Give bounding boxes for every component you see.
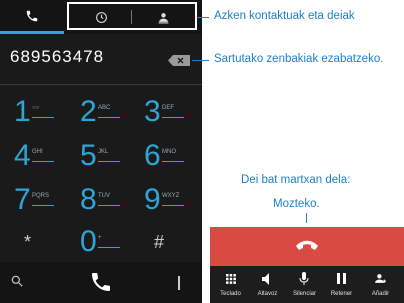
- key-3[interactable]: 3 DEF: [130, 92, 190, 136]
- add-call-label: Añadir: [371, 291, 390, 297]
- annotation-contacts: Azken kontaktuak eta deiak: [214, 10, 355, 22]
- annotation-delete: Sartutako zenbakiak ezabatzeko.: [214, 53, 384, 65]
- keypad-label: Teclado: [220, 291, 241, 297]
- tab-recent[interactable]: [70, 0, 132, 34]
- key-8[interactable]: 8 TUV: [66, 180, 126, 224]
- tab-contacts[interactable]: [132, 0, 194, 34]
- key-letters: ABC: [98, 105, 111, 111]
- key-letters: +: [98, 235, 102, 241]
- key-underline: [32, 205, 54, 206]
- phone-number-display[interactable]: 689563478: [10, 47, 104, 67]
- annotation-call-line2: Mozteko.: [273, 198, 320, 210]
- number-underline: [0, 84, 202, 85]
- key-digit: 7: [14, 183, 31, 216]
- key-9[interactable]: 9 WXYZ: [130, 180, 190, 224]
- backspace-icon[interactable]: [168, 55, 190, 66]
- key-letters: GHI: [32, 149, 43, 155]
- pause-icon: [337, 273, 346, 284]
- annotation-pointer-end-call: [306, 213, 307, 223]
- key-digit: 2: [80, 95, 97, 128]
- key-underline: [32, 117, 54, 118]
- key-underline: [98, 247, 120, 248]
- key-letters: WXYZ: [162, 193, 180, 199]
- hold-button[interactable]: Retener: [323, 266, 360, 303]
- search-icon[interactable]: [10, 274, 24, 288]
- key-1[interactable]: 1 ○○: [0, 92, 60, 136]
- overflow-menu-icon[interactable]: [176, 276, 182, 290]
- contact-icon: [158, 12, 168, 23]
- in-call-controls: Teclado Altavoz Silenciar Retener Añadir: [210, 266, 404, 303]
- key-underline: [162, 205, 184, 206]
- keypad-button[interactable]: Teclado: [212, 266, 249, 303]
- annotation-line-delete: [192, 60, 209, 61]
- mute-label: Silenciar: [292, 291, 316, 297]
- call-button-icon[interactable]: [89, 270, 113, 294]
- annotation-line-contacts: [197, 17, 209, 18]
- speaker-icon: [262, 273, 269, 285]
- voicemail-icon: ○○: [32, 105, 40, 111]
- key-symbol: #: [154, 232, 165, 252]
- key-letters: DEF: [162, 105, 174, 111]
- key-digit: 1: [14, 95, 31, 128]
- key-digit: 3: [144, 95, 161, 128]
- key-4[interactable]: 4 GHI: [0, 136, 60, 180]
- key-letters: TUV: [98, 193, 110, 199]
- in-call-panel: Teclado Altavoz Silenciar Retener Añadir: [210, 227, 404, 303]
- key-underline: [98, 205, 120, 206]
- key-digit: 4: [14, 139, 31, 172]
- dialer-bottom-bar: [0, 262, 202, 303]
- key-7[interactable]: 7 PQRS: [0, 180, 60, 224]
- add-contact-icon: [375, 274, 386, 283]
- add-call-button[interactable]: Añadir: [362, 266, 399, 303]
- phone-icon: [26, 10, 38, 21]
- key-5[interactable]: 5 JKL: [66, 136, 126, 180]
- key-underline: [98, 117, 120, 118]
- speaker-label: Altavoz: [257, 291, 278, 297]
- key-underline: [98, 161, 120, 162]
- key-0[interactable]: 0 +: [66, 222, 126, 266]
- mute-button[interactable]: Silenciar: [286, 266, 323, 303]
- tab-bar: [0, 0, 202, 34]
- key-digit: 9: [144, 183, 161, 216]
- microphone-icon: [299, 272, 309, 285]
- key-symbol: *: [24, 232, 32, 252]
- key-hash[interactable]: #: [130, 222, 190, 266]
- key-6[interactable]: 6 MNO: [130, 136, 190, 180]
- tab-dialer[interactable]: [0, 0, 64, 34]
- key-digit: 0: [80, 225, 97, 258]
- dialpad-icon: [226, 274, 236, 284]
- dialer-screen: 689563478 1 ○○ 2 ABC 3 DEF 4 GHI 5 JKL 6…: [0, 0, 202, 303]
- key-digit: 5: [80, 139, 97, 172]
- clock-icon: [95, 11, 107, 23]
- hold-label: Retener: [330, 291, 353, 297]
- speaker-button[interactable]: Altavoz: [249, 266, 286, 303]
- key-star[interactable]: *: [0, 222, 60, 266]
- key-underline: [162, 117, 184, 118]
- key-underline: [162, 161, 184, 162]
- key-2[interactable]: 2 ABC: [66, 92, 126, 136]
- key-underline: [32, 161, 54, 162]
- annotation-call-line1: Dei bat martxan dela:: [241, 174, 351, 186]
- key-letters: MNO: [162, 149, 176, 155]
- key-letters: PQRS: [32, 193, 50, 199]
- key-digit: 6: [144, 139, 161, 172]
- end-call-icon[interactable]: [294, 237, 320, 251]
- key-letters: JKL: [98, 149, 109, 155]
- key-digit: 8: [80, 183, 97, 216]
